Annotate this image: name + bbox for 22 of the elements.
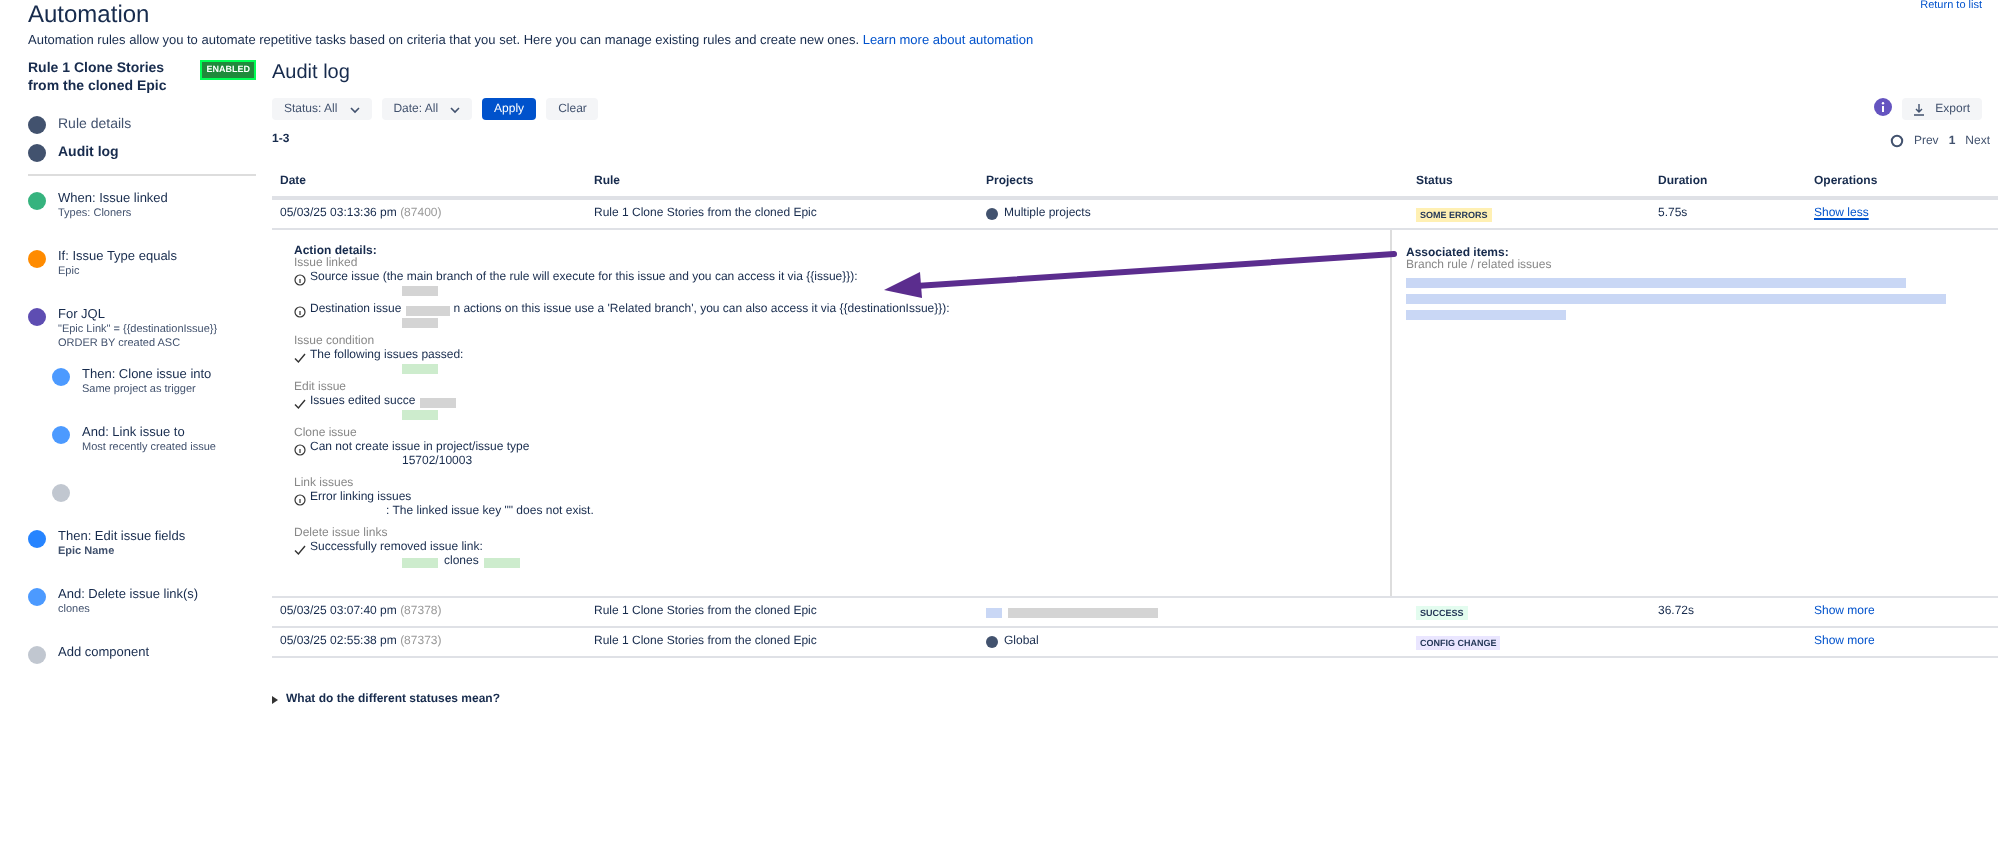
info-icon xyxy=(294,443,306,455)
step-icon xyxy=(28,530,46,548)
info-icon xyxy=(294,305,306,317)
info-icon xyxy=(294,273,306,285)
check-icon xyxy=(294,543,306,555)
chevron-icon[interactable] xyxy=(272,696,278,704)
caret-icon xyxy=(450,105,461,113)
step-icon xyxy=(28,308,46,326)
step-icon xyxy=(28,588,46,606)
page-title: Automation xyxy=(28,0,150,28)
check-icon xyxy=(294,351,306,363)
step-icon xyxy=(28,192,46,210)
step-icon xyxy=(52,426,70,444)
download-icon xyxy=(1913,103,1924,115)
caret-icon xyxy=(349,105,360,113)
redacted-text xyxy=(484,558,521,568)
section-title: Audit log xyxy=(272,62,352,84)
step-icon xyxy=(52,368,70,386)
info-icon xyxy=(294,493,306,505)
info-icon[interactable] xyxy=(1873,98,1892,116)
step-icon xyxy=(28,250,46,268)
check-icon xyxy=(294,397,306,409)
